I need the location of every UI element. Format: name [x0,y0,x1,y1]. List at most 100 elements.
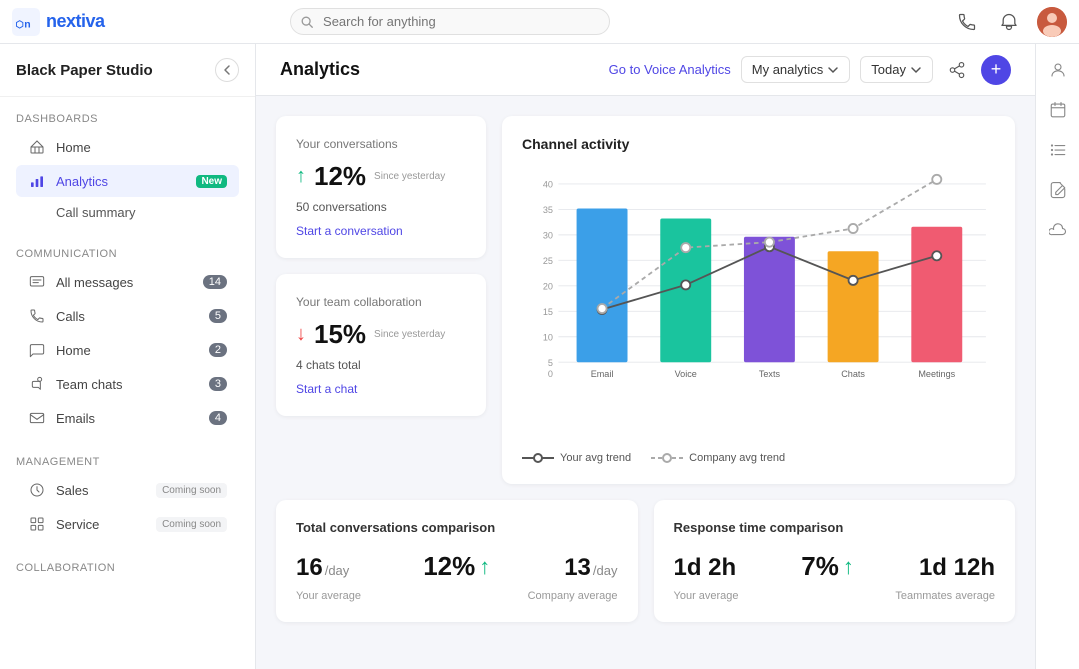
conversations-trend-up-icon: ↑ [296,165,306,188]
sidebar-item-all-messages[interactable]: All messages 14 [16,266,239,298]
conversations-pct: 12% [314,161,366,192]
teammates-response-block: 1d 12h [919,554,995,582]
response-time-comparison: 1d 2h 7% ↑ 1d 12h [674,551,996,582]
sidebar-item-home[interactable]: Home [16,131,239,163]
all-messages-badge: 14 [203,275,227,289]
texts-badge: 2 [209,343,227,357]
emails-icon [28,409,46,427]
svg-text:10: 10 [543,332,553,342]
svg-text:30: 30 [543,231,553,241]
sidebar-item-label-sales: Sales [56,483,146,498]
team-collab-card: Your team collaboration ↓ 15% Since yest… [276,274,486,416]
today-label: Today [871,62,906,77]
topnav-right [953,7,1067,37]
sidebar-item-texts[interactable]: Home 2 [16,334,239,366]
team-collab-since: Since yesterday [374,328,445,341]
search-bar[interactable] [290,8,610,35]
conversations-card-label: Your conversations [296,136,466,153]
sidebar-item-label-analytics: Analytics [56,174,186,189]
your-avg-val: 16 [296,554,323,581]
sidebar-item-emails[interactable]: Emails 4 [16,402,239,434]
svg-text:15: 15 [543,307,553,317]
svg-text:25: 25 [543,256,553,266]
your-avg-unit: /day [325,563,350,578]
team-collab-count: 4 chats total [296,358,466,372]
sidebar-item-label-texts: Home [56,343,199,358]
total-conversations-card: Total conversations comparison 16/day 12… [276,500,638,622]
add-button[interactable]: + [981,55,1011,85]
content-header: Analytics Go to Voice Analytics My analy… [256,44,1035,96]
voice-analytics-link[interactable]: Go to Voice Analytics [609,62,731,77]
total-conv-pct: 12% [423,551,475,582]
chevron-down-icon [827,64,839,76]
company-avg-val: 13 [564,554,591,581]
sidebar-item-team-chats[interactable]: Team chats 3 [16,368,239,400]
svg-text:35: 35 [543,205,553,215]
chart-area: 40 35 30 25 20 15 10 5 0 [522,164,995,444]
your-response-label: Your average [674,590,739,602]
legend-company-avg-label: Company avg trend [689,452,785,464]
team-collab-value-row: ↓ 15% Since yesterday [296,319,466,350]
sidebar-section-dashboards: Dashboards Home Analytics New Call summa… [0,97,255,232]
pct-block: 12% ↑ [423,551,490,582]
svg-text:⬡: ⬡ [16,19,25,30]
service-icon [28,515,46,533]
your-response-val: 1d 2h [674,554,737,581]
legend-company-avg: Company avg trend [651,452,785,464]
share-button[interactable] [943,56,971,84]
phone-icon-button[interactable] [953,8,981,36]
analytics-icon [28,172,46,190]
start-conversation-link[interactable]: Start a conversation [296,224,466,238]
sidebar-item-analytics[interactable]: Analytics New [16,165,239,197]
total-conversations-title: Total conversations comparison [296,520,618,535]
teammates-response-val: 1d 12h [919,554,995,581]
nextiva-logo-icon: ⬡ n [12,8,40,36]
svg-text:40: 40 [543,180,553,190]
start-chat-link[interactable]: Start a chat [296,382,466,396]
right-sidebar [1035,44,1079,669]
right-attachment-icon[interactable] [1042,174,1074,206]
sidebar-item-calls[interactable]: Calls 5 [16,300,239,332]
meetings-bar [911,227,962,363]
your-avg-label: Your average [296,590,361,602]
sidebar-item-label-team-chats: Team chats [56,377,199,392]
sidebar-item-label-home: Home [56,140,227,155]
right-list-icon[interactable] [1042,134,1074,166]
right-cloud-icon[interactable] [1042,214,1074,246]
sidebar-subitem-call-summary[interactable]: Call summary [16,199,239,226]
today-dropdown[interactable]: Today [860,56,933,83]
bottom-cards-row: Total conversations comparison 16/day 12… [276,500,1015,622]
legend-your-avg: Your avg trend [522,452,631,464]
section-label-communication: Communication [16,248,239,260]
search-input[interactable] [290,8,610,35]
section-label-dashboards: Dashboards [16,113,239,125]
content-body: Your conversations ↑ 12% Since yesterday… [256,96,1035,669]
right-calendar-icon[interactable] [1042,94,1074,126]
content-area: Analytics Go to Voice Analytics My analy… [256,44,1035,669]
texts-icon [28,341,46,359]
page-title: Analytics [280,59,593,80]
legend-your-avg-label: Your avg trend [560,452,631,464]
chats-bar [828,251,879,362]
sidebar-item-sales[interactable]: Sales Coming soon [16,474,239,506]
my-analytics-dropdown[interactable]: My analytics [741,56,851,83]
conversations-since: Since yesterday [374,170,445,183]
sidebar-section-communication: Communication All messages 14 Calls 5 [0,232,255,440]
response-time-title: Response time comparison [674,520,996,535]
notification-icon-button[interactable] [995,8,1023,36]
email-bar [577,209,628,363]
sidebar-collapse-button[interactable] [215,58,239,82]
sidebar-item-service[interactable]: Service Coming soon [16,508,239,540]
sidebar: Black Paper Studio Dashboards Home Analy… [0,44,256,669]
svg-text:Meetings: Meetings [918,369,955,379]
user-avatar[interactable] [1037,7,1067,37]
calls-badge: 5 [209,309,227,323]
total-conv-labels: Your average Company average [296,590,618,602]
svg-text:Chats: Chats [841,369,865,379]
svg-text:n: n [24,18,30,30]
your-response-block: 1d 2h [674,554,737,582]
response-up-icon: ↑ [843,554,854,580]
right-user-icon[interactable] [1042,54,1074,86]
svg-text:5: 5 [548,358,553,368]
conversations-card: Your conversations ↑ 12% Since yesterday… [276,116,486,258]
